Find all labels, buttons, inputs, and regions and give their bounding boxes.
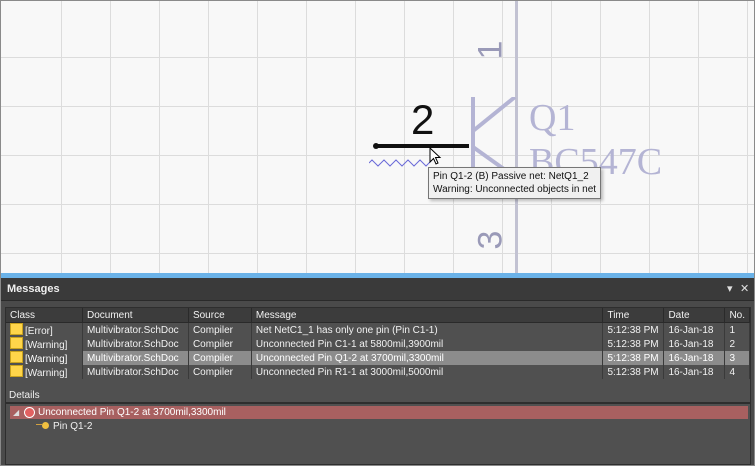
message-cell: Unconnected Pin C1-1 at 5800mil,3900mil <box>251 337 604 351</box>
message-cell: Unconnected Pin Q1-2 at 3700mil,3300mil <box>251 351 604 365</box>
column-header-message[interactable]: Message <box>251 308 604 323</box>
mouse-cursor-icon <box>429 147 442 165</box>
message-class-icon <box>10 337 23 349</box>
pin-tooltip: Pin Q1-2 (B) Passive net: NetQ1_2 Warnin… <box>428 167 602 199</box>
schematic-canvas[interactable]: 1 3 Q1 BC547C 2 Pin Q1-2 (B) Passive net… <box>1 1 754 273</box>
source-cell: Compiler <box>188 337 252 351</box>
messages-table: Class Document Source Message Time Date … <box>5 307 751 403</box>
document-cell: Multivibrator.SchDoc <box>82 322 189 337</box>
table-row[interactable]: [Warning] Multivibrator.SchDoc Compiler … <box>6 337 750 351</box>
no-cell: 3 <box>724 351 750 365</box>
column-header-date[interactable]: Date <box>663 308 726 323</box>
date-cell: 16-Jan-18 <box>663 322 726 337</box>
details-tree: ◢ Unconnected Pin Q1-2 at 3700mil,3300mi… <box>5 403 751 465</box>
date-cell: 16-Jan-18 <box>663 351 726 365</box>
details-child-item[interactable]: Pin Q1-2 <box>42 420 92 433</box>
source-cell: Compiler <box>188 365 252 379</box>
no-cell: 1 <box>724 322 750 337</box>
table-row[interactable]: [Warning] Multivibrator.SchDoc Compiler … <box>6 365 750 379</box>
panel-title: Messages <box>7 283 60 295</box>
no-cell: 2 <box>724 337 750 351</box>
column-header-source[interactable]: Source <box>188 308 252 323</box>
pin-number-1: 1 <box>471 40 510 60</box>
warning-squiggle-icon <box>369 159 433 167</box>
time-cell: 5:12:38 PM <box>602 351 665 365</box>
details-message-row[interactable]: ◢ Unconnected Pin Q1-2 at 3700mil,3300mi… <box>10 406 748 419</box>
class-cell: [Warning] <box>6 365 83 379</box>
class-label: [Warning] <box>25 340 68 351</box>
class-cell: [Warning] <box>6 351 83 365</box>
table-header-row: Class Document Source Message Time Date … <box>6 308 750 323</box>
class-label: [Warning] <box>25 368 68 379</box>
tooltip-line-1: Pin Q1-2 (B) Passive net: NetQ1_2 <box>433 171 589 182</box>
document-cell: Multivibrator.SchDoc <box>82 337 189 351</box>
message-cell: Unconnected Pin R1-1 at 3000mil,5000mil <box>251 365 604 379</box>
expand-triangle-icon[interactable]: ◢ <box>13 406 19 419</box>
column-header-class[interactable]: Class <box>6 308 83 323</box>
message-class-icon <box>10 351 23 363</box>
date-cell: 16-Jan-18 <box>663 365 726 379</box>
error-icon <box>24 407 35 418</box>
table-row[interactable]: [Error] Multivibrator.SchDoc Compiler Ne… <box>6 322 750 337</box>
source-cell: Compiler <box>188 351 252 365</box>
class-label: [Error] <box>25 326 53 337</box>
time-cell: 5:12:38 PM <box>602 365 665 379</box>
column-header-time[interactable]: Time <box>602 308 665 323</box>
details-label: Details <box>9 390 40 401</box>
pin-number-2: 2 <box>411 96 435 143</box>
time-cell: 5:12:38 PM <box>602 322 665 337</box>
tooltip-line-2: Warning: Unconnected objects in net <box>433 184 597 195</box>
details-child-text: Pin Q1-2 <box>53 421 93 432</box>
document-cell: Multivibrator.SchDoc <box>82 365 189 379</box>
panel-header: Messages ▾ ✕ <box>1 278 754 301</box>
class-cell: [Warning] <box>6 337 83 351</box>
document-cell: Multivibrator.SchDoc <box>82 351 189 365</box>
no-cell: 4 <box>724 365 750 379</box>
column-header-no[interactable]: No. <box>724 308 750 323</box>
pin-q1-2[interactable] <box>377 144 469 148</box>
date-cell: 16-Jan-18 <box>663 337 726 351</box>
pin-icon <box>42 422 49 429</box>
messages-panel: Messages ▾ ✕ Class Document Source Messa… <box>1 278 754 465</box>
pin-end-dot <box>373 143 379 149</box>
close-icon[interactable]: ✕ <box>740 282 749 295</box>
message-class-icon <box>10 365 23 377</box>
pin-number-3: 3 <box>471 230 510 250</box>
panel-menu-icon[interactable]: ▾ <box>727 282 733 295</box>
component-designator[interactable]: Q1 <box>529 99 575 137</box>
source-cell: Compiler <box>188 322 252 337</box>
message-cell: Net NetC1_1 has only one pin (Pin C1-1) <box>251 322 604 337</box>
time-cell: 5:12:38 PM <box>602 337 665 351</box>
column-header-document[interactable]: Document <box>82 308 189 323</box>
table-row-selected[interactable]: [Warning] Multivibrator.SchDoc Compiler … <box>6 351 750 365</box>
app-window: 1 3 Q1 BC547C 2 Pin Q1-2 (B) Passive net… <box>0 0 755 466</box>
class-label: [Warning] <box>25 354 68 365</box>
transistor-symbol[interactable] <box>461 97 521 177</box>
class-cell: [Error] <box>6 322 83 337</box>
message-class-icon <box>10 323 23 335</box>
details-message-text: Unconnected Pin Q1-2 at 3700mil,3300mil <box>38 407 226 418</box>
